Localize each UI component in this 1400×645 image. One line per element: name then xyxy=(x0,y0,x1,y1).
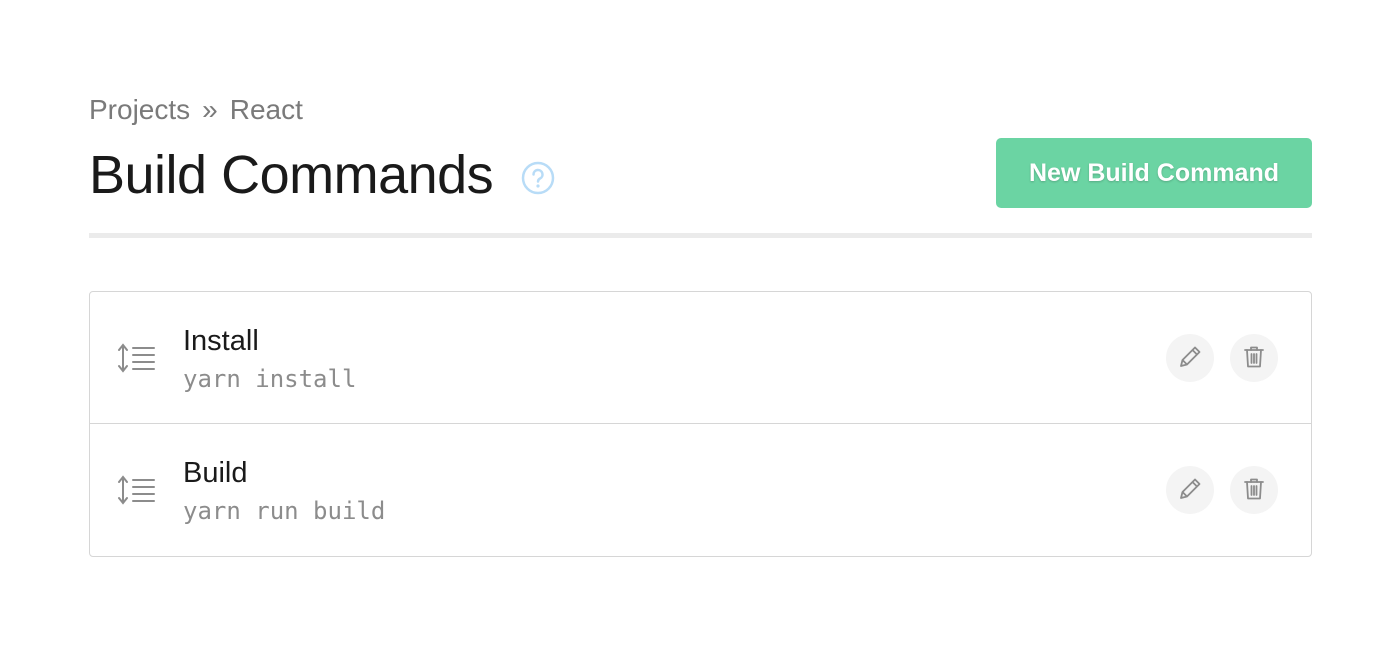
item-actions xyxy=(1166,334,1278,382)
command-name: Install xyxy=(183,325,259,357)
delete-button[interactable] xyxy=(1230,466,1278,514)
edit-button[interactable] xyxy=(1166,466,1214,514)
page-title: Build Commands xyxy=(89,145,494,205)
trash-icon xyxy=(1241,344,1267,373)
drag-handle-icon[interactable] xyxy=(116,342,156,374)
edit-button[interactable] xyxy=(1166,334,1214,382)
drag-handle-icon[interactable] xyxy=(116,474,156,506)
header-divider xyxy=(89,233,1312,238)
command-text: yarn install xyxy=(183,365,357,393)
build-command-list: Install yarn install Build yarn run buil… xyxy=(89,291,1312,557)
list-item: Install yarn install xyxy=(90,292,1311,424)
question-circle-icon[interactable] xyxy=(521,161,555,195)
command-name: Build xyxy=(183,457,248,489)
pencil-icon xyxy=(1177,476,1203,505)
breadcrumb-projects[interactable]: Projects xyxy=(89,94,190,125)
breadcrumb: Projects » React xyxy=(89,92,303,128)
title-row: Build Commands xyxy=(89,140,555,210)
delete-button[interactable] xyxy=(1230,334,1278,382)
trash-icon xyxy=(1241,476,1267,505)
list-item: Build yarn run build xyxy=(90,424,1311,556)
new-build-command-button[interactable]: New Build Command xyxy=(996,138,1312,208)
breadcrumb-separator: » xyxy=(202,94,218,125)
item-actions xyxy=(1166,466,1278,514)
breadcrumb-react[interactable]: React xyxy=(230,94,303,125)
pencil-icon xyxy=(1177,344,1203,373)
command-text: yarn run build xyxy=(183,497,386,525)
